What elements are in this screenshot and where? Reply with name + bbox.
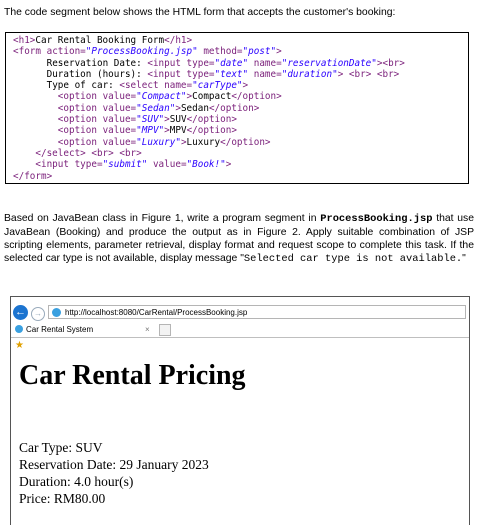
browser-window: ← → http://localhost:8080/CarRental/Proc… — [10, 296, 470, 525]
task-text: " — [462, 253, 466, 264]
code-string: "SUV" — [136, 114, 165, 126]
code-string: "post" — [242, 46, 277, 58]
price-line: Price: RM80.00 — [19, 491, 106, 506]
code-attr: type= — [180, 57, 215, 69]
code-tag: </option> — [186, 114, 237, 126]
code-attr: value= — [147, 159, 187, 171]
code-string: "ProcessBooking.jsp" — [85, 46, 198, 58]
code-tag: <select — [119, 80, 159, 92]
code-text: Duration (hours): — [46, 68, 148, 80]
code-attr: name= — [248, 57, 282, 69]
intro-text: The code segment below shows the HTML fo… — [4, 7, 396, 18]
code-tag: <h1> — [13, 35, 36, 46]
browser-logo-icon — [52, 308, 61, 317]
code-tag: </option> — [220, 136, 271, 148]
code-text: Compact — [192, 91, 232, 103]
code-string: "Book!" — [186, 159, 226, 171]
code-attr: name= — [248, 68, 282, 80]
code-text: SUV — [169, 114, 187, 126]
code-attr: value= — [96, 125, 137, 137]
code-string: "date" — [214, 57, 249, 69]
code-text: Reservation Date: — [46, 57, 148, 69]
code-tag: <option — [57, 102, 97, 114]
code-tag: </h1> — [164, 35, 193, 46]
code-string: "Luxury" — [136, 136, 181, 148]
close-icon[interactable]: × — [145, 323, 150, 336]
code-tag: <option — [57, 114, 97, 126]
task-text: Based on JavaBean class in Figure 1, wri… — [4, 213, 317, 224]
code-tag: > — [225, 159, 232, 171]
arrow-right-icon[interactable]: → — [31, 307, 45, 321]
code-attr: type= — [180, 68, 215, 80]
star-icon[interactable]: ★ — [15, 340, 24, 351]
url-text: http://localhost:8080/CarRental/ProcessB… — [65, 308, 248, 317]
html-code-listing: <h1>Car Rental Booking Form</h1> <form a… — [5, 32, 469, 184]
code-string: "reservationDate" — [281, 57, 377, 69]
code-attr: value= — [96, 91, 137, 103]
code-tag: <option — [57, 125, 97, 137]
code-tag: </option> — [231, 91, 282, 103]
tab-car-rental-system[interactable]: Car Rental System × — [14, 323, 174, 336]
code-tag: ><br> — [376, 57, 405, 69]
code-attr: action= — [41, 46, 86, 58]
code-tag: </form> — [13, 170, 53, 182]
code-string: "MPV" — [136, 125, 165, 137]
address-bar[interactable]: http://localhost:8080/CarRental/ProcessB… — [48, 305, 466, 319]
page-content: Car Rental Pricing — [19, 359, 246, 393]
code-string: "duration" — [281, 68, 338, 80]
code-tag: </option> — [208, 102, 260, 114]
code-tag: > <br> <br> — [337, 68, 400, 80]
code-tag: <option — [57, 136, 97, 148]
code-attr: value= — [96, 136, 137, 148]
code-text: Car Rental Booking Form — [35, 35, 165, 46]
code-tag: <input — [147, 68, 181, 80]
browser-toolbar: ← → http://localhost:8080/CarRental/Proc… — [11, 297, 469, 338]
favorites-bar: ★ — [11, 338, 469, 352]
arrow-left-icon[interactable]: ← — [13, 305, 28, 320]
car-type-line: Car Type: SUV — [19, 440, 103, 455]
code-string: "Compact" — [136, 91, 187, 103]
error-message-text: Selected car type is not available. — [243, 253, 463, 265]
file-name: ProcessBooking.jsp — [320, 213, 433, 225]
code-string: "carType" — [192, 80, 243, 92]
task-description: Based on JavaBean class in Figure 1, wri… — [4, 212, 474, 266]
code-tag: > — [242, 80, 249, 92]
code-tag: > — [276, 46, 282, 58]
code-attr: value= — [96, 102, 137, 114]
code-tag: <option — [57, 91, 97, 103]
code-tag: </select> <br> <br> — [35, 147, 142, 159]
code-text: MPV — [169, 125, 187, 137]
code-attr: type= — [68, 159, 103, 171]
new-tab-button[interactable] — [159, 324, 171, 336]
code-tag: <form — [13, 46, 41, 58]
reservation-date-line: Reservation Date: 29 January 2023 — [19, 457, 209, 472]
duration-line: Duration: 4.0 hour(s) — [19, 474, 134, 489]
code-tag: </option> — [186, 125, 237, 137]
code-attr: value= — [96, 114, 137, 126]
code-attr: name= — [158, 80, 193, 92]
code-string: "text" — [214, 68, 249, 80]
code-string: "Sedan" — [136, 102, 176, 114]
code-attr: method= — [197, 46, 243, 58]
code-text: Luxury — [186, 136, 221, 148]
code-text: Type of car: — [46, 80, 120, 92]
code-tag: <input — [147, 57, 181, 69]
code-string: "submit" — [102, 159, 148, 171]
code-tag: <input — [35, 159, 69, 171]
code-text: Sedan — [180, 102, 209, 114]
page-title: Car Rental Pricing — [19, 360, 246, 391]
tab-title: Car Rental System — [26, 325, 94, 334]
booking-result: Car Type: SUV Reservation Date: 29 Janua… — [19, 439, 209, 507]
browser-logo-icon — [15, 325, 23, 333]
